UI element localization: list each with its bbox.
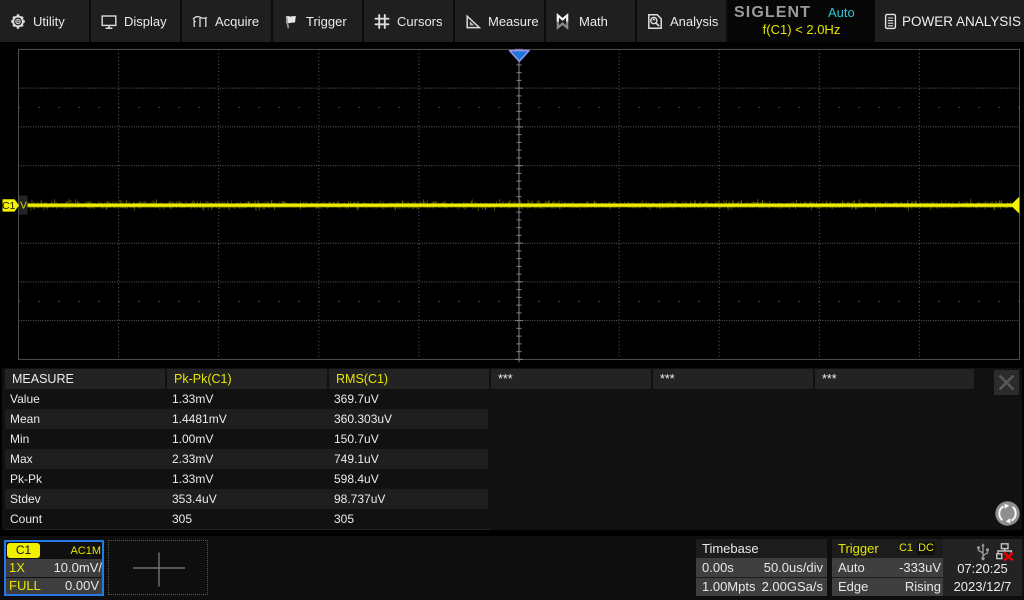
svg-text:V: V	[20, 200, 27, 212]
svg-text:C1: C1	[2, 200, 16, 212]
